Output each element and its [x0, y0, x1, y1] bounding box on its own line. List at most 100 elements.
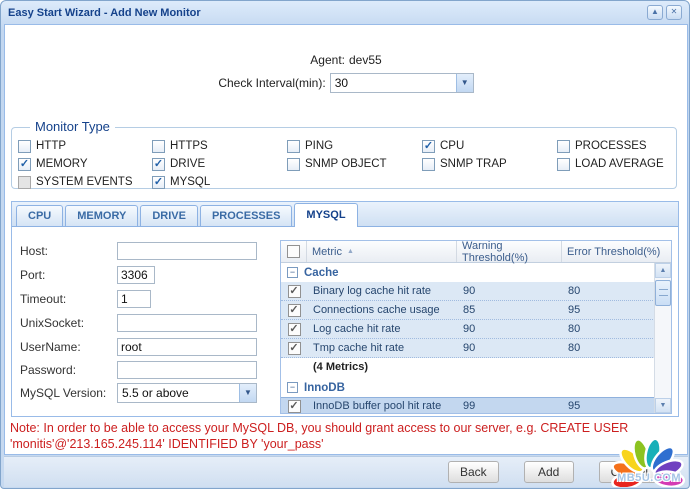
monitor-type-mysql[interactable]: ✓MYSQL — [152, 174, 287, 190]
username-input[interactable] — [117, 338, 257, 356]
monitor-type-memory[interactable]: ✓MEMORY — [18, 156, 152, 172]
agent-row: Agent: dev55 — [5, 53, 687, 67]
metric-cell: Connections cache usage — [307, 304, 457, 316]
mysql-version-value: 5.5 or above — [118, 384, 239, 402]
checkbox-unchecked-icon[interactable] — [557, 140, 570, 153]
back-button[interactable]: Back — [448, 461, 499, 483]
tab-processes[interactable]: PROCESSES — [200, 205, 292, 226]
monitor-type-ping[interactable]: PING — [287, 138, 422, 154]
timeout-label: Timeout: — [20, 292, 117, 306]
tab-strip: CPU MEMORY DRIVE PROCESSES MYSQL — [12, 202, 678, 227]
monitor-type-https[interactable]: HTTPS — [152, 138, 287, 154]
mysql-version-label: MySQL Version: — [20, 386, 117, 400]
row-checkbox-checked-icon[interactable]: ✓ — [288, 400, 301, 413]
add-button[interactable]: Add — [524, 461, 574, 483]
collapse-icon[interactable]: ▲ — [647, 5, 663, 20]
monitor-tab-panel: CPU MEMORY DRIVE PROCESSES MYSQL Host: P… — [11, 201, 679, 417]
monitor-type-snmp-trap[interactable]: SNMP TRAP — [422, 156, 557, 172]
check-interval-label: Check Interval(min): — [218, 76, 325, 90]
monitor-type-drive[interactable]: ✓DRIVE — [152, 156, 287, 172]
tab-cpu[interactable]: CPU — [16, 205, 63, 226]
metric-cell: Tmp cache hit rate — [307, 342, 457, 354]
host-input[interactable] — [117, 242, 257, 260]
checkbox-checked-icon[interactable]: ✓ — [422, 140, 435, 153]
host-row: Host: — [20, 241, 257, 261]
group-header-innodb[interactable]: − InnoDB — [281, 378, 671, 397]
checkbox-unchecked-icon[interactable] — [557, 158, 570, 171]
sort-asc-icon: ▲ — [347, 248, 354, 255]
table-row[interactable]: ✓ Log cache hit rate 90 80 — [281, 320, 671, 339]
check-interval-select[interactable]: 30 ▼ — [330, 73, 474, 93]
metrics-grid: Metric▲ Warning Threshold(%) Error Thres… — [280, 240, 672, 414]
monitor-type-load-average[interactable]: LOAD AVERAGE — [557, 156, 676, 172]
warning-cell: 99 — [457, 400, 562, 412]
column-header-metric[interactable]: Metric▲ — [307, 241, 457, 262]
checkbox-unchecked-icon[interactable] — [287, 158, 300, 171]
metric-cell: InnoDB buffer pool hit rate — [307, 400, 457, 412]
table-row-selected[interactable]: ✓ InnoDB buffer pool hit rate 99 95 — [281, 397, 671, 414]
warning-cell: 90 — [457, 342, 562, 354]
dialog-title: Easy Start Wizard - Add New Monitor — [8, 7, 201, 19]
mysql-version-row: MySQL Version: 5.5 or above ▼ — [20, 383, 257, 403]
column-header-warning[interactable]: Warning Threshold(%) — [457, 241, 562, 262]
row-checkbox-checked-icon[interactable]: ✓ — [288, 304, 301, 317]
table-row[interactable]: ✓ Tmp cache hit rate 90 80 — [281, 339, 671, 358]
unixsocket-input[interactable] — [117, 314, 257, 332]
tab-mysql[interactable]: MYSQL — [294, 203, 357, 227]
monitor-type-grid: HTTP HTTPS PING ✓CPU PROCESSES ✓MEMORY ✓… — [12, 128, 676, 190]
row-checkbox-checked-icon[interactable]: ✓ — [288, 342, 301, 355]
timeout-input[interactable] — [117, 290, 151, 308]
chevron-down-icon[interactable]: ▼ — [456, 74, 473, 92]
checkbox-unchecked-icon[interactable] — [422, 158, 435, 171]
port-input[interactable] — [117, 266, 155, 284]
agent-value: dev55 — [349, 53, 382, 67]
select-all-cell — [281, 241, 307, 262]
monitor-type-http[interactable]: HTTP — [18, 138, 152, 154]
username-row: UserName: — [20, 337, 257, 357]
table-row[interactable]: ✓ Binary log cache hit rate 90 80 — [281, 282, 671, 301]
tab-drive[interactable]: DRIVE — [140, 205, 198, 226]
agent-label: Agent: — [310, 53, 345, 67]
checkbox-checked-icon[interactable]: ✓ — [152, 158, 165, 171]
mysql-version-select[interactable]: 5.5 or above ▼ — [117, 383, 257, 403]
group-name: InnoDB — [304, 382, 345, 394]
scrollbar-thumb[interactable] — [655, 280, 671, 306]
group-header-cache[interactable]: − Cache — [281, 263, 671, 282]
group-summary-row: (4 Metrics) — [281, 358, 671, 376]
footer-bar: Back Add Cancel — [4, 456, 688, 487]
title-bar-buttons: ▲ ✕ — [647, 5, 682, 20]
close-icon[interactable]: ✕ — [666, 5, 682, 20]
checkbox-checked-icon[interactable]: ✓ — [18, 158, 31, 171]
check-interval-value: 30 — [331, 74, 456, 92]
table-row[interactable]: ✓ Connections cache usage 85 95 — [281, 301, 671, 320]
password-row: Password: — [20, 360, 257, 380]
collapse-group-icon[interactable]: − — [287, 267, 298, 278]
column-header-error[interactable]: Error Threshold(%) — [562, 241, 671, 262]
unixsocket-label: UnixSocket: — [20, 316, 117, 330]
grid-scrollbar[interactable]: ▲ ▼ — [654, 263, 671, 413]
password-input[interactable] — [117, 361, 257, 379]
group-name: Cache — [304, 267, 339, 279]
grid-header: Metric▲ Warning Threshold(%) Error Thres… — [281, 241, 671, 263]
tab-memory[interactable]: MEMORY — [65, 205, 138, 226]
monitor-type-system-events: SYSTEM EVENTS — [18, 174, 152, 190]
monitor-type-processes[interactable]: PROCESSES — [557, 138, 676, 154]
monitor-type-snmp-object[interactable]: SNMP OBJECT — [287, 156, 422, 172]
checkbox-unchecked-icon[interactable] — [18, 140, 31, 153]
row-checkbox-checked-icon[interactable]: ✓ — [288, 285, 301, 298]
mysql-tab-content: Host: Port: Timeout: UnixSocket: UserNam… — [12, 227, 678, 416]
scroll-up-icon[interactable]: ▲ — [655, 263, 671, 278]
warning-cell: 90 — [457, 323, 562, 335]
row-checkbox-checked-icon[interactable]: ✓ — [288, 323, 301, 336]
unixsocket-row: UnixSocket: — [20, 313, 257, 333]
host-label: Host: — [20, 244, 117, 258]
scroll-down-icon[interactable]: ▼ — [655, 398, 671, 413]
checkbox-unchecked-icon[interactable] — [287, 140, 300, 153]
metric-cell: Binary log cache hit rate — [307, 285, 457, 297]
checkbox-unchecked-icon[interactable] — [152, 140, 165, 153]
select-all-checkbox[interactable] — [287, 245, 300, 258]
monitor-type-cpu[interactable]: ✓CPU — [422, 138, 557, 154]
chevron-down-icon[interactable]: ▼ — [239, 384, 256, 402]
checkbox-checked-icon[interactable]: ✓ — [152, 176, 165, 189]
collapse-group-icon[interactable]: − — [287, 382, 298, 393]
